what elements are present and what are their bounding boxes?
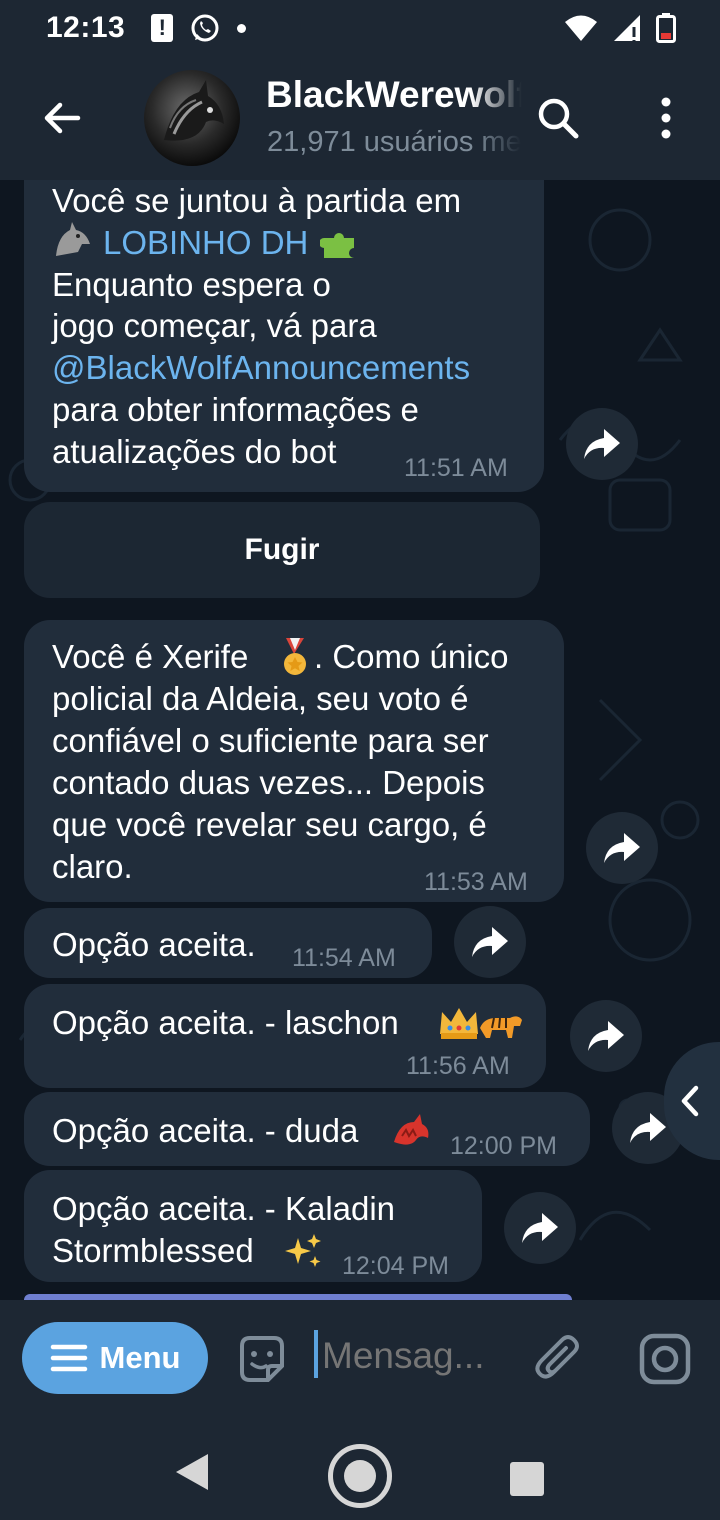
battery-icon: [656, 13, 676, 43]
chat-title[interactable]: BlackWerewolf: [266, 74, 522, 116]
alert-icon: !: [151, 14, 174, 42]
bot-menu-button[interactable]: Menu: [22, 1322, 208, 1394]
sparkles-emoji: [284, 1232, 324, 1279]
menu-button-label: Menu: [99, 1340, 181, 1375]
forward-button[interactable]: [504, 1192, 576, 1264]
message-text: Você é Xerife: [52, 638, 249, 675]
message-text: que você revelar seu cargo, é: [52, 806, 487, 843]
message-text: Opção aceita. - Kaladin: [52, 1190, 396, 1227]
search-icon[interactable]: [534, 94, 582, 142]
message-text: policial da Aldeia, seu voto é: [52, 680, 469, 717]
nav-home-button[interactable]: [328, 1444, 392, 1508]
more-notifications-dot: [237, 23, 247, 33]
system-status-icons: [564, 13, 676, 43]
message-time: 11:56 AM: [406, 1052, 510, 1080]
message-bubble[interactable]: Opção aceita. - Kaladin Stormblessed 12:…: [24, 1170, 482, 1282]
message-text: atualizações do bot: [52, 433, 337, 470]
status-time: 12:13: [46, 11, 126, 44]
chevron-left-icon: [681, 1085, 699, 1117]
telegram-chat-screen: 12:13 ! BlackWerewolf 21,971 usuários me…: [0, 0, 720, 1520]
forward-button[interactable]: [570, 1000, 642, 1072]
message-text: Enquanto espera o: [52, 266, 331, 303]
more-vertical-icon[interactable]: [646, 94, 686, 142]
crown-tiger-emoji: [438, 1004, 524, 1051]
forward-icon: [588, 1021, 624, 1051]
werewolf-logo-icon: [164, 80, 224, 141]
message-text: Opção aceita.: [52, 926, 256, 963]
cell-signal-icon: [614, 15, 640, 41]
hamburger-menu-icon: [50, 1344, 87, 1372]
forward-button[interactable]: [586, 812, 658, 884]
nav-back-icon[interactable]: [172, 1452, 212, 1492]
forward-button[interactable]: [566, 408, 638, 480]
message-bubble[interactable]: Você se juntou à partida em LOBINHO DH E…: [24, 180, 544, 492]
wifi-icon: [565, 15, 597, 41]
medal-icon: [284, 638, 306, 675]
message-bubble[interactable]: Você é Xerife . Como único policial da A…: [24, 620, 564, 902]
message-text: Stormblessed: [52, 1232, 254, 1269]
sparkles-icon: [285, 1234, 321, 1267]
message-bubble[interactable]: Opção aceita. - duda 12:00 PM: [24, 1092, 590, 1166]
nav-recent-apps-button[interactable]: [510, 1462, 544, 1496]
game-link[interactable]: LOBINHO DH: [103, 222, 308, 263]
message-text: para obter informações e: [52, 391, 419, 428]
message-text: confiável o suficiente para ser: [52, 722, 489, 759]
message-text: . Como único: [314, 638, 509, 675]
forward-button[interactable]: [454, 906, 526, 978]
message-text: Você se juntou à partida em: [52, 182, 462, 219]
chat-header: BlackWerewolf 21,971 usuários membros: [0, 56, 720, 180]
camera-icon[interactable]: [638, 1332, 692, 1386]
message-composer: Menu: [0, 1294, 720, 1412]
message-input[interactable]: [314, 1324, 504, 1388]
notification-icons: !: [151, 12, 247, 44]
forward-icon: [630, 1113, 666, 1143]
message-text: claro.: [52, 848, 133, 885]
attach-icon[interactable]: [532, 1330, 584, 1386]
status-bar: 12:13 !: [0, 0, 720, 56]
message-time: 12:04 PM: [342, 1252, 450, 1280]
channel-mention-link[interactable]: @BlackWolfAnnouncements: [52, 347, 470, 388]
sticker-icon[interactable]: [234, 1332, 290, 1388]
dragon-icon: [394, 1114, 429, 1145]
message-list[interactable]: Você se juntou à partida em LOBINHO DH E…: [0, 180, 720, 1300]
fugir-button[interactable]: Fugir: [24, 502, 540, 598]
wolf-icon: [56, 222, 90, 256]
message-bubble[interactable]: Opção aceita. 11:54 AM: [24, 908, 432, 978]
message-text: Opção aceita. - duda: [52, 1112, 359, 1149]
message-time: 11:54 AM: [292, 944, 396, 972]
message-text: jogo começar, vá para: [52, 307, 377, 344]
back-arrow-icon[interactable]: [38, 94, 86, 142]
dragon-emoji: [390, 1112, 432, 1159]
forward-icon: [584, 429, 620, 459]
forward-icon: [604, 833, 640, 863]
wolf-emoji: [52, 222, 92, 267]
crown-icon: [440, 1008, 522, 1039]
pinned-keyboard-indicator: [24, 1294, 572, 1300]
forward-icon: [472, 927, 508, 957]
chat-avatar[interactable]: [144, 70, 240, 166]
message-text: contado duas vezes... Depois: [52, 764, 485, 801]
puzzle-icon: [319, 233, 354, 258]
message-time: 11:53 AM: [424, 868, 528, 896]
member-count: 21,971 usuários membros: [267, 126, 521, 158]
system-navigation-bar: [0, 1412, 720, 1520]
message-text: Opção aceita. - laschon: [52, 1004, 399, 1041]
message-time: 11:51 AM: [404, 454, 508, 482]
message-time: 12:00 PM: [450, 1132, 558, 1160]
forward-icon: [522, 1213, 558, 1243]
whatsapp-icon: [191, 14, 219, 42]
message-bubble[interactable]: Opção aceita. - laschon 11:56 AM: [24, 984, 546, 1088]
